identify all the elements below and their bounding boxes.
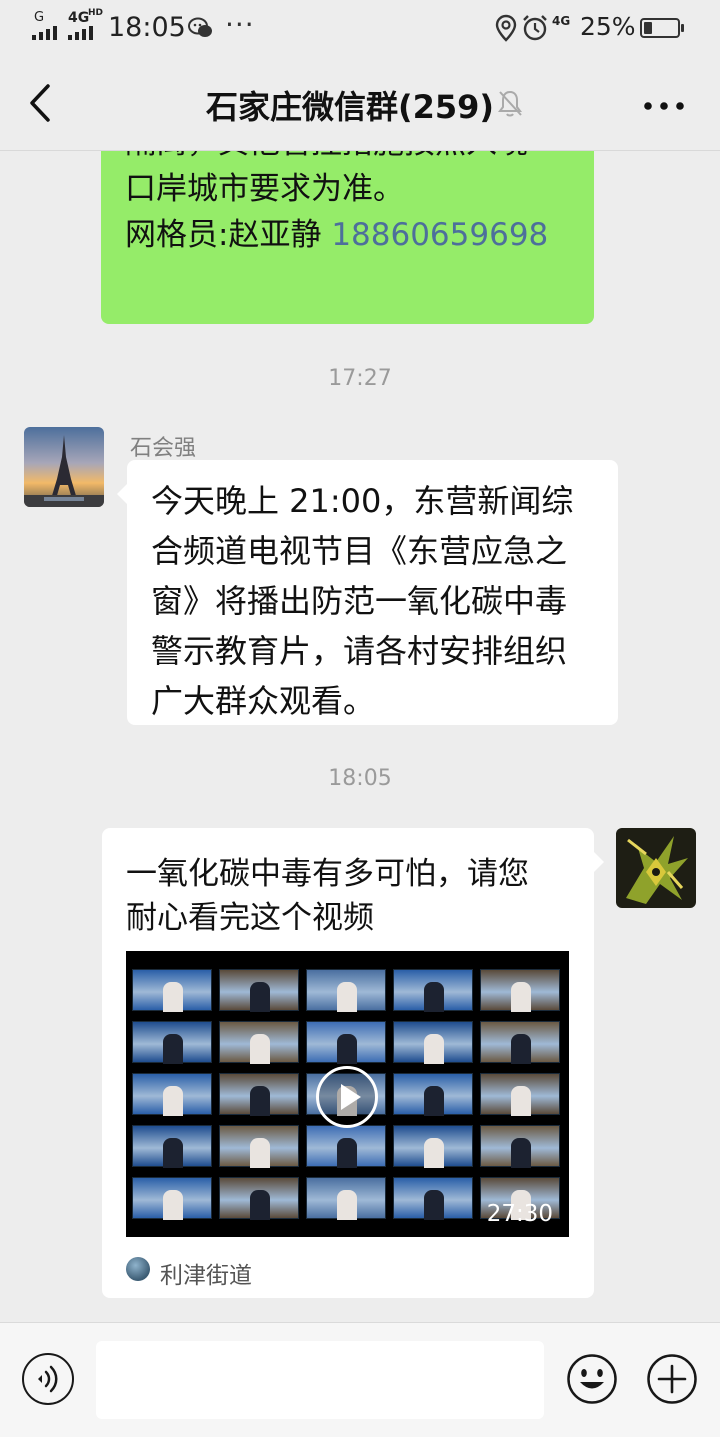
video-frame-tile [219,1177,299,1220]
video-frame-tile [132,1021,212,1064]
video-frame-tile [393,1177,473,1220]
anchor-figure [424,982,444,1012]
anchor-figure [424,1138,444,1168]
anchor-figure [250,1086,270,1116]
message-list[interactable]: 隔离，其他管控措施按照入境 口岸城市要求为准。 网格员:赵亚静 18860659… [0,150,720,1322]
location-icon [495,14,517,42]
message-bubble-sent[interactable]: 隔离，其他管控措施按照入境 口岸城市要求为准。 网格员:赵亚静 18860659… [101,150,594,324]
video-frame-tile [393,1125,473,1168]
timestamp: 17:27 [328,366,392,391]
video-frame-tile [393,1073,473,1116]
anchor-figure [163,982,183,1012]
alarm-icon [523,15,547,41]
anchor-figure [424,1034,444,1064]
message-line: 今天晚上 21:00，东营新闻综 [151,482,574,520]
battery-icon [640,18,684,38]
video-frame-tile [480,1073,560,1116]
more-dots-icon[interactable] [640,86,688,126]
play-icon[interactable] [316,1066,378,1128]
status-more: ··· [225,8,255,41]
page-title: 石家庄微信群(259) [0,82,720,128]
video-frame-tile [219,1073,299,1116]
contact-prefix: 网格员:赵亚静 [125,217,332,253]
video-frame-tile [480,1021,560,1064]
plus-icon[interactable] [646,1353,698,1405]
voice-icon[interactable] [22,1353,74,1405]
video-frame-tile [132,1125,212,1168]
video-source-name: 利津街道 [160,1263,252,1289]
video-frame-tile [393,969,473,1012]
anchor-figure [337,1190,357,1220]
eiffel-tower-avatar[interactable] [24,427,104,507]
group-title: 石家庄微信群(259) [205,88,495,126]
video-card-title: 一氧化碳中毒有多可怕，请您 耐心看完这个视频 [126,852,576,940]
anchor-figure [511,1034,531,1064]
message-contact-line: 网格员:赵亚静 18860659698 [125,212,570,258]
message-input[interactable] [96,1341,544,1419]
message-line: 警示教育片，请各村安排组织 [151,632,568,670]
green-robot-avatar[interactable] [616,828,696,908]
emoji-icon[interactable] [566,1353,618,1405]
anchor-figure [163,1190,183,1220]
anchor-figure [250,982,270,1012]
network-hd-label: HD [88,8,104,18]
video-frame-tile [219,1021,299,1064]
battery-fill [644,22,652,34]
anchor-figure [250,1138,270,1168]
video-frame-tile [480,969,560,1012]
channel-icon [126,1257,150,1281]
message-bubble-received[interactable]: 今天晚上 21:00，东营新闻综 合频道电视节目《东营应急之 窗》将播出防范一氧… [117,460,618,725]
anchor-figure [511,1138,531,1168]
anchor-figure [250,1034,270,1064]
video-frame-tile [132,1073,212,1116]
battery-percent: 25% [580,12,636,41]
signal-icon-2 [68,26,93,40]
anchor-figure [337,982,357,1012]
message-line: 隔离，其他管控措施按照入境 [125,150,570,166]
input-bar [0,1322,720,1437]
anchor-figure [163,1086,183,1116]
video-frame-tile [219,969,299,1012]
message-line: 合频道电视节目《东营应急之 [151,532,568,570]
message-line: 广大群众观看。 [151,682,376,720]
anchor-figure [163,1138,183,1168]
message-line: 窗》将播出防范一氧化碳中毒 [151,582,568,620]
video-frame-tile [132,969,212,1012]
bell-muted-icon [498,90,522,117]
video-frame-tile [393,1021,473,1064]
message-line: 口岸城市要求为准。 [125,171,404,207]
anchor-figure [337,1138,357,1168]
anchor-figure [424,1086,444,1116]
anchor-figure [511,982,531,1012]
phone-link[interactable]: 18860659698 [331,217,548,253]
video-frame-tile [306,1125,386,1168]
sender-name: 石会强 [130,436,197,461]
video-title-line: 耐心看完这个视频 [126,900,374,936]
video-title-line: 一氧化碳中毒有多可怕，请您 [126,856,529,892]
anchor-figure [511,1086,531,1116]
status-bar: G 4G HD 18:05 ··· 4G 25% [0,0,720,58]
anchor-figure [163,1034,183,1064]
video-frame-tile [480,1125,560,1168]
timestamp: 18:05 [328,766,392,791]
anchor-figure [337,1034,357,1064]
video-frame-tile [306,1021,386,1064]
video-frame-tile [306,969,386,1012]
video-duration: 27:30 [486,1201,553,1227]
video-frame-tile [219,1125,299,1168]
video-frame-tile [132,1177,212,1220]
signal-icon [32,26,57,40]
signal-label: G [34,10,45,25]
chat-header: 石家庄微信群(259) [0,58,720,151]
status-time: 18:05 [108,12,186,43]
anchor-figure [250,1190,270,1220]
video-frame-tile [306,1177,386,1220]
wechat-notification-icon [188,17,212,37]
video-thumbnail[interactable]: 27:30 [126,951,569,1237]
net-type-label: 4G [552,14,571,28]
video-card[interactable]: 一氧化碳中毒有多可怕，请您 耐心看完这个视频 27:30 利津街道 [102,828,604,1298]
anchor-figure [424,1190,444,1220]
